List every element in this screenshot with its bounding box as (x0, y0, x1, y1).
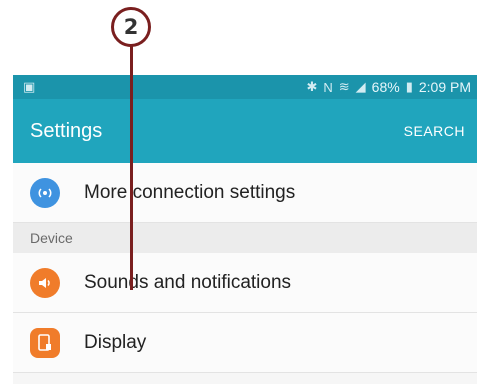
wifi-icon: ≋ (338, 79, 350, 94)
wireless-icon (30, 177, 60, 208)
app-bar: Settings SEARCH (13, 99, 477, 163)
settings-item-label: More connection settings (84, 181, 296, 203)
settings-item-more-connection[interactable]: More connection settings (13, 163, 477, 223)
nfc-icon: N (323, 79, 333, 95)
battery-icon: ▮ (405, 79, 413, 94)
settings-item-label: Display (84, 331, 147, 353)
bluetooth-icon: ✱ (306, 79, 318, 94)
section-header-device: Device (13, 223, 477, 253)
status-bar: ▣ ✱ N ≋ ◢ 68% ▮ 2:09 PM (13, 75, 477, 99)
callout-number-badge: 2 (111, 7, 151, 47)
signal-icon: ◢ (355, 79, 366, 94)
status-time: 2:09 PM (418, 79, 471, 95)
settings-item-sounds[interactable]: Sounds and notifications (13, 253, 477, 313)
gallery-icon: ▣ (23, 79, 36, 94)
settings-item-label: Sounds and notifications (84, 271, 292, 293)
callout-pointer-line (130, 46, 133, 290)
speaker-icon (30, 267, 60, 298)
battery-percent: 68% (371, 79, 400, 95)
search-button[interactable]: SEARCH (404, 123, 465, 139)
phone-screen: ▣ ✱ N ≋ ◢ 68% ▮ 2:09 PM Settings SEARCH … (13, 75, 477, 384)
display-icon (30, 327, 60, 358)
status-bar-right: ✱ N ≋ ◢ 68% ▮ 2:09 PM (306, 79, 471, 95)
callout-number: 2 (123, 15, 139, 39)
settings-item-display[interactable]: Display (13, 313, 477, 373)
page-title: Settings (30, 119, 103, 142)
